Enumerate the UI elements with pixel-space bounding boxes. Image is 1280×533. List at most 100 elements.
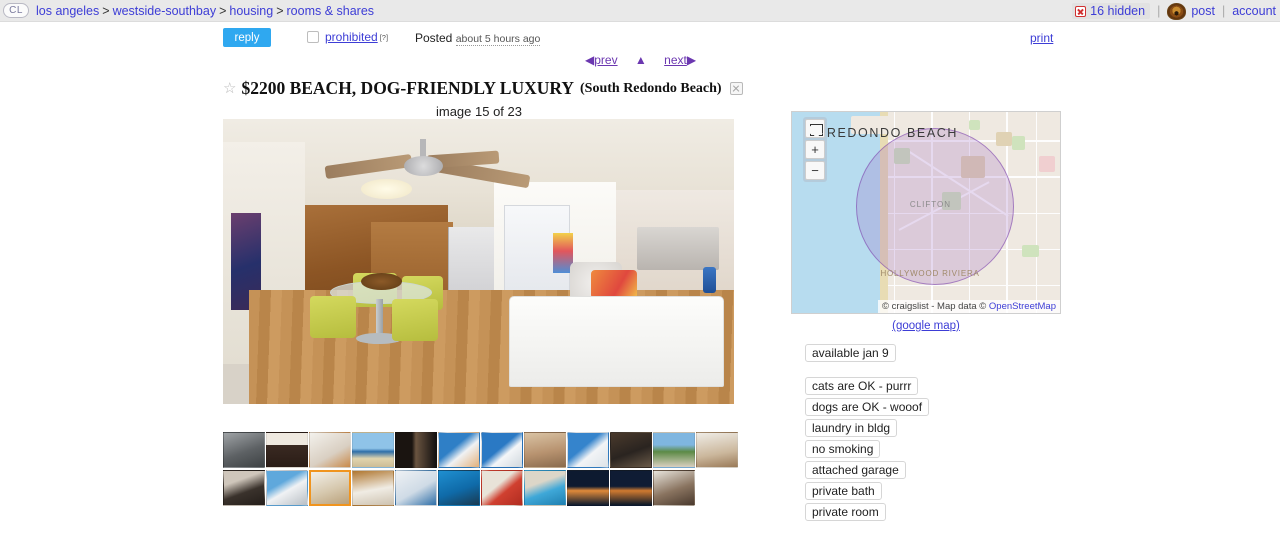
- map-controls: + −: [803, 117, 827, 182]
- photo-throw-pillow: [590, 270, 637, 299]
- main-listing-photo[interactable]: [223, 119, 734, 404]
- attribute-private-bath: private bath: [805, 482, 882, 500]
- hidden-count-badge[interactable]: 16 hidden: [1072, 3, 1151, 19]
- breadcrumb-item-housing[interactable]: housing: [229, 4, 273, 18]
- thumbnail[interactable]: [524, 432, 566, 468]
- photo-ceiling-fan-hub: [404, 156, 443, 176]
- map-park: [1022, 244, 1039, 257]
- thumbnail[interactable]: [266, 470, 308, 506]
- thumbnail[interactable]: [352, 470, 394, 506]
- site-header: CL los angeles > westside-southbay > housing…: [0, 0, 1280, 22]
- photo-white-sofa: [509, 295, 724, 387]
- listing-map[interactable]: REDONDO BEACH CLIFTON HOLLYWOOD RIVIERA …: [791, 111, 1061, 314]
- breadcrumb-separator: >: [102, 3, 110, 18]
- thumbnail[interactable]: [481, 470, 523, 506]
- up-arrow-icon: ▲: [634, 53, 647, 67]
- map-building-block: [995, 132, 1012, 147]
- hidden-x-icon: [1075, 5, 1087, 17]
- posted-timestamp: about 5 hours ago: [455, 33, 541, 46]
- prev-label: prev: [594, 53, 618, 67]
- craigslist-logo[interactable]: CL: [3, 3, 29, 18]
- thumbnail[interactable]: [567, 432, 609, 468]
- attribute-available: available jan 9: [805, 344, 896, 362]
- prohibited-help-icon[interactable]: [?]: [380, 33, 388, 42]
- account-link[interactable]: account: [1232, 4, 1276, 18]
- print-link[interactable]: print: [1030, 31, 1053, 45]
- up-link[interactable]: ▲: [635, 53, 647, 67]
- attribute-garage: attached garage: [805, 461, 906, 479]
- map-park: [1011, 136, 1026, 151]
- map-attribution-text: © craigslist - Map data ©: [882, 301, 989, 312]
- avatar[interactable]: [1167, 2, 1187, 20]
- thumbnail-strip: [223, 432, 743, 508]
- attribute-dogs: dogs are OK - wooof: [805, 398, 930, 416]
- breadcrumb-item-westside-southbay[interactable]: westside-southbay: [113, 4, 217, 18]
- google-map-link-wrap: (google map): [791, 320, 1061, 332]
- map-attribution: © craigslist - Map data © OpenStreetMap: [878, 300, 1060, 313]
- attribute-smoking: no smoking: [805, 440, 881, 458]
- breadcrumb: los angeles > westside-southbay > housing > ro…: [36, 4, 374, 18]
- attribute-cats: cats are OK - purrr: [805, 377, 919, 395]
- zoom-out-button[interactable]: −: [805, 161, 825, 180]
- thumbnail[interactable]: [696, 432, 738, 468]
- thumbnail[interactable]: [653, 470, 695, 506]
- openstreetmap-link[interactable]: OpenStreetMap: [989, 301, 1056, 312]
- thumbnail[interactable]: [223, 432, 265, 468]
- thumbnail[interactable]: [395, 432, 437, 468]
- prohibited-checkbox[interactable]: [307, 31, 319, 43]
- prev-arrow-icon: ◀: [585, 53, 595, 67]
- thumbnail[interactable]: [266, 432, 308, 468]
- thumbnail[interactable]: [223, 470, 265, 506]
- header-right-links: 16 hidden | post | account: [1072, 0, 1276, 22]
- prohibited-link[interactable]: prohibited: [325, 30, 378, 44]
- breadcrumb-item-rooms-shares[interactable]: rooms & shares: [287, 4, 375, 18]
- map-commercial-block: [1038, 156, 1055, 173]
- hidden-count-label: 16 hidden: [1090, 4, 1146, 18]
- attribute-laundry: laundry in bldg: [805, 419, 898, 437]
- thumbnail[interactable]: [653, 432, 695, 468]
- reply-button[interactable]: reply: [223, 28, 271, 47]
- listing-attributes: available jan 9 cats are OK - purrr dogs…: [805, 344, 930, 533]
- action-bar: reply prohibited [?] Posted about 5 hour…: [0, 28, 1280, 50]
- google-map-link[interactable]: (google map): [892, 320, 960, 332]
- listing-neighborhood: (South Redondo Beach): [580, 80, 722, 96]
- thumbnail[interactable]: [481, 432, 523, 468]
- photo-dining-chair: [391, 298, 438, 342]
- thumbnail[interactable]: [524, 470, 566, 506]
- photo-dining-chair: [309, 295, 356, 339]
- thumbnail[interactable]: [610, 432, 652, 468]
- attrgroup-availability: available jan 9: [805, 344, 929, 365]
- posted-info: Posted about 5 hours ago: [415, 31, 541, 46]
- zoom-in-button[interactable]: +: [805, 140, 825, 159]
- thumbnail-selected[interactable]: [309, 470, 351, 506]
- post-link[interactable]: post: [1191, 4, 1215, 18]
- thumbnail[interactable]: [567, 470, 609, 506]
- divider: |: [1157, 4, 1161, 18]
- listing-title-row: ☆ $2200 BEACH, DOG-FRIENDLY LUXURY (Sout…: [223, 78, 743, 99]
- breadcrumb-item-los-angeles[interactable]: los angeles: [36, 4, 99, 18]
- thumbnail[interactable]: [309, 432, 351, 468]
- divider: |: [1221, 4, 1226, 18]
- photo-bed: [636, 227, 719, 271]
- hide-posting-icon[interactable]: [729, 82, 743, 95]
- thumbnail[interactable]: [395, 470, 437, 506]
- thumbnail[interactable]: [610, 470, 652, 506]
- map-clifton-label: CLIFTON: [909, 200, 951, 210]
- favorite-star-icon[interactable]: ☆: [223, 79, 236, 98]
- thumbnail[interactable]: [438, 432, 480, 468]
- breadcrumb-separator: >: [276, 3, 284, 18]
- map-hollywood-riviera-label: HOLLYWOOD RIVIERA: [880, 268, 980, 278]
- attribute-private-room: private room: [805, 503, 886, 521]
- thumbnail[interactable]: [438, 470, 480, 506]
- next-link[interactable]: next▶: [664, 53, 696, 67]
- thumbnail-row-1: [223, 432, 743, 468]
- next-arrow-icon: ▶: [686, 53, 697, 67]
- thumbnail[interactable]: [352, 432, 394, 468]
- map-city-label: REDONDO BEACH: [826, 126, 959, 141]
- prev-link[interactable]: ◀prev: [585, 53, 618, 67]
- image-counter: image 15 of 23: [435, 104, 522, 119]
- thumbnail-row-2: [223, 470, 743, 506]
- page-title: $2200 BEACH, DOG-FRIENDLY LUXURY: [241, 78, 575, 98]
- breadcrumb-separator: >: [219, 3, 227, 18]
- fullscreen-icon[interactable]: [805, 119, 825, 138]
